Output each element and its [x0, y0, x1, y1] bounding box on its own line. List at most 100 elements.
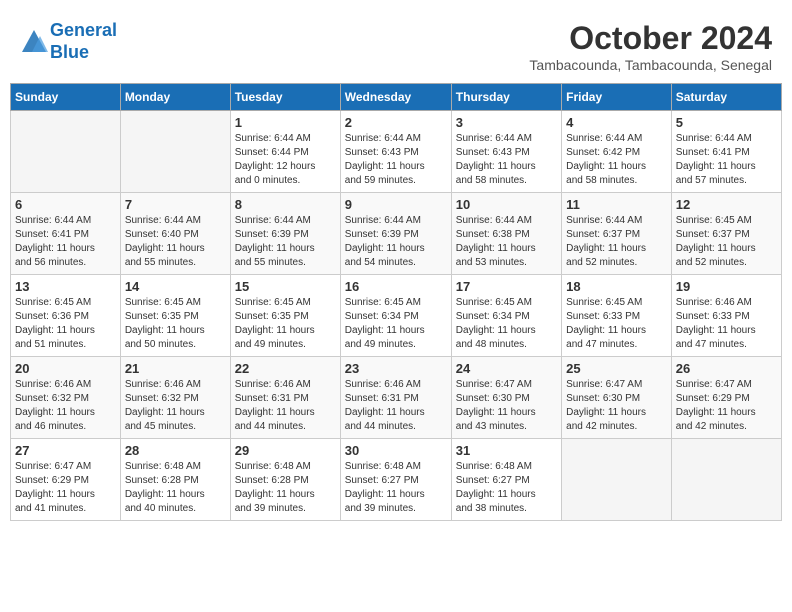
calendar-cell: 21 Sunrise: 6:46 AM Sunset: 6:32 PM Dayli… — [120, 357, 230, 439]
day-info: Sunrise: 6:44 AM Sunset: 6:39 PM Dayligh… — [345, 214, 447, 270]
day-info: Sunrise: 6:46 AM Sunset: 6:32 PM Dayligh… — [15, 378, 116, 434]
day-number: 28 — [125, 443, 226, 458]
day-info: Sunrise: 6:48 AM Sunset: 6:28 PM Dayligh… — [235, 460, 336, 516]
day-number: 16 — [345, 279, 447, 294]
logo-general: General — [50, 20, 117, 40]
day-info: Sunrise: 6:45 AM Sunset: 6:33 PM Dayligh… — [566, 296, 667, 352]
weekday-header-friday: Friday — [562, 84, 672, 111]
day-info: Sunrise: 6:44 AM Sunset: 6:41 PM Dayligh… — [676, 132, 777, 188]
calendar-cell — [671, 439, 781, 521]
day-number: 20 — [15, 361, 116, 376]
day-info: Sunrise: 6:48 AM Sunset: 6:28 PM Dayligh… — [125, 460, 226, 516]
calendar-cell: 13Sunrise: 6:45 AM Sunset: 6:36 PM Dayli… — [11, 275, 121, 357]
calendar-cell — [120, 111, 230, 193]
day-info: Sunrise: 6:47 AM Sunset: 6:30 PM Dayligh… — [456, 378, 557, 434]
calendar-cell: 23Sunrise: 6:46 AM Sunset: 6:31 PM Dayli… — [340, 357, 451, 439]
calendar-cell: 8 Sunrise: 6:44 AM Sunset: 6:39 PM Daylig… — [230, 193, 340, 275]
logo-blue: Blue — [50, 42, 89, 62]
day-number: 12 — [676, 197, 777, 212]
day-info: Sunrise: 6:44 AM Sunset: 6:38 PM Dayligh… — [456, 214, 557, 270]
calendar-cell: 14 Sunrise: 6:45 AM Sunset: 6:35 PM Dayli… — [120, 275, 230, 357]
calendar-cell: 28 Sunrise: 6:48 AM Sunset: 6:28 PM Dayli… — [120, 439, 230, 521]
day-info: Sunrise: 6:44 AM Sunset: 6:44 PM Dayligh… — [235, 132, 336, 188]
day-number: 17 — [456, 279, 557, 294]
weekday-header-saturday: Saturday — [671, 84, 781, 111]
day-number: 2 — [345, 115, 447, 130]
day-info: Sunrise: 6:48 AM Sunset: 6:27 PM Dayligh… — [456, 460, 557, 516]
weekday-header-wednesday: Wednesday — [340, 84, 451, 111]
day-number: 10 — [456, 197, 557, 212]
calendar-cell: 4 Sunrise: 6:44 AM Sunset: 6:42 PM Daylig… — [562, 111, 672, 193]
calendar-cell: 17 Sunrise: 6:45 AM Sunset: 6:34 PM Dayli… — [451, 275, 561, 357]
day-number: 31 — [456, 443, 557, 458]
day-info: Sunrise: 6:47 AM Sunset: 6:29 PM Dayligh… — [676, 378, 777, 434]
title-block: October 2024 Tambacounda, Tambacounda, S… — [529, 20, 772, 73]
day-number: 14 — [125, 279, 226, 294]
calendar-week-4: 20 Sunrise: 6:46 AM Sunset: 6:32 PM Dayli… — [11, 357, 782, 439]
day-info: Sunrise: 6:45 AM Sunset: 6:35 PM Dayligh… — [235, 296, 336, 352]
calendar-cell: 7Sunrise: 6:44 AM Sunset: 6:40 PM Daylig… — [120, 193, 230, 275]
weekday-header-tuesday: Tuesday — [230, 84, 340, 111]
day-info: Sunrise: 6:46 AM Sunset: 6:32 PM Dayligh… — [125, 378, 226, 434]
logo-text: General Blue — [50, 20, 117, 63]
day-number: 24 — [456, 361, 557, 376]
day-number: 21 — [125, 361, 226, 376]
day-number: 4 — [566, 115, 667, 130]
page-header: General Blue October 2024 Tambacounda, T… — [10, 10, 782, 78]
calendar-header-row: SundayMondayTuesdayWednesdayThursdayFrid… — [11, 84, 782, 111]
day-info: Sunrise: 6:46 AM Sunset: 6:31 PM Dayligh… — [235, 378, 336, 434]
day-info: Sunrise: 6:47 AM Sunset: 6:29 PM Dayligh… — [15, 460, 116, 516]
weekday-header-thursday: Thursday — [451, 84, 561, 111]
day-number: 6 — [15, 197, 116, 212]
logo: General Blue — [20, 20, 117, 63]
day-number: 19 — [676, 279, 777, 294]
day-number: 26 — [676, 361, 777, 376]
weekday-header-monday: Monday — [120, 84, 230, 111]
calendar-cell: 12Sunrise: 6:45 AM Sunset: 6:37 PM Dayli… — [671, 193, 781, 275]
day-info: Sunrise: 6:44 AM Sunset: 6:42 PM Dayligh… — [566, 132, 667, 188]
calendar-cell: 2Sunrise: 6:44 AM Sunset: 6:43 PM Daylig… — [340, 111, 451, 193]
day-number: 3 — [456, 115, 557, 130]
calendar-cell: 6Sunrise: 6:44 AM Sunset: 6:41 PM Daylig… — [11, 193, 121, 275]
calendar-cell: 27 Sunrise: 6:47 AM Sunset: 6:29 PM Dayli… — [11, 439, 121, 521]
day-info: Sunrise: 6:44 AM Sunset: 6:40 PM Dayligh… — [125, 214, 226, 270]
day-number: 29 — [235, 443, 336, 458]
calendar-cell — [562, 439, 672, 521]
day-number: 30 — [345, 443, 447, 458]
calendar-cell: 24 Sunrise: 6:47 AM Sunset: 6:30 PM Dayli… — [451, 357, 561, 439]
day-number: 25 — [566, 361, 667, 376]
day-number: 9 — [345, 197, 447, 212]
day-info: Sunrise: 6:45 AM Sunset: 6:34 PM Dayligh… — [456, 296, 557, 352]
day-number: 8 — [235, 197, 336, 212]
day-info: Sunrise: 6:44 AM Sunset: 6:39 PM Dayligh… — [235, 214, 336, 270]
day-number: 11 — [566, 197, 667, 212]
day-info: Sunrise: 6:47 AM Sunset: 6:30 PM Dayligh… — [566, 378, 667, 434]
calendar-cell: 29 Sunrise: 6:48 AM Sunset: 6:28 PM Dayli… — [230, 439, 340, 521]
calendar-week-2: 6Sunrise: 6:44 AM Sunset: 6:41 PM Daylig… — [11, 193, 782, 275]
day-info: Sunrise: 6:44 AM Sunset: 6:37 PM Dayligh… — [566, 214, 667, 270]
calendar-week-5: 27 Sunrise: 6:47 AM Sunset: 6:29 PM Dayli… — [11, 439, 782, 521]
calendar-cell: 16Sunrise: 6:45 AM Sunset: 6:34 PM Dayli… — [340, 275, 451, 357]
calendar-cell: 9 Sunrise: 6:44 AM Sunset: 6:39 PM Daylig… — [340, 193, 451, 275]
location-subtitle: Tambacounda, Tambacounda, Senegal — [529, 57, 772, 73]
calendar-cell: 15 Sunrise: 6:45 AM Sunset: 6:35 PM Dayli… — [230, 275, 340, 357]
day-number: 15 — [235, 279, 336, 294]
day-number: 18 — [566, 279, 667, 294]
calendar-table: SundayMondayTuesdayWednesdayThursdayFrid… — [10, 83, 782, 521]
calendar-cell: 20 Sunrise: 6:46 AM Sunset: 6:32 PM Dayli… — [11, 357, 121, 439]
day-info: Sunrise: 6:45 AM Sunset: 6:35 PM Dayligh… — [125, 296, 226, 352]
logo-icon — [20, 28, 48, 56]
day-number: 5 — [676, 115, 777, 130]
calendar-cell: 22 Sunrise: 6:46 AM Sunset: 6:31 PM Dayli… — [230, 357, 340, 439]
calendar-cell: 19Sunrise: 6:46 AM Sunset: 6:33 PM Dayli… — [671, 275, 781, 357]
calendar-cell: 3 Sunrise: 6:44 AM Sunset: 6:43 PM Daylig… — [451, 111, 561, 193]
day-number: 27 — [15, 443, 116, 458]
calendar-cell: 10 Sunrise: 6:44 AM Sunset: 6:38 PM Dayli… — [451, 193, 561, 275]
calendar-cell: 11 Sunrise: 6:44 AM Sunset: 6:37 PM Dayli… — [562, 193, 672, 275]
day-number: 13 — [15, 279, 116, 294]
calendar-week-3: 13Sunrise: 6:45 AM Sunset: 6:36 PM Dayli… — [11, 275, 782, 357]
day-info: Sunrise: 6:48 AM Sunset: 6:27 PM Dayligh… — [345, 460, 447, 516]
calendar-week-1: 1Sunrise: 6:44 AM Sunset: 6:44 PM Daylig… — [11, 111, 782, 193]
day-info: Sunrise: 6:44 AM Sunset: 6:43 PM Dayligh… — [456, 132, 557, 188]
day-number: 22 — [235, 361, 336, 376]
